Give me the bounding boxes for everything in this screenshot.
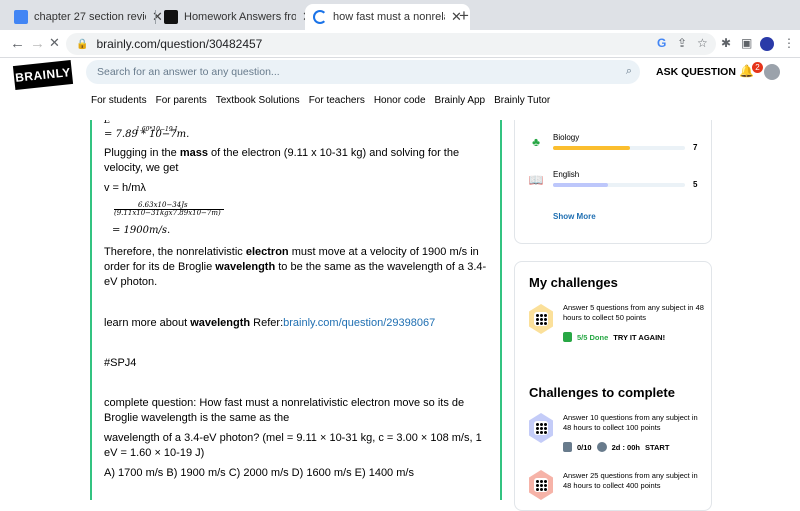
search-icon[interactable]: ⌕ [626, 65, 632, 78]
paragraph-mass: Plugging in the mass of the electron (9.… [104, 146, 489, 176]
challenge-hexagon-icon [529, 470, 553, 500]
brainly-logo[interactable]: BRAINLY [12, 60, 74, 90]
answer-options: A) 1700 m/s B) 1900 m/s C) 2000 m/s D) 1… [104, 467, 414, 479]
answer-panel: E 1.60*10−19 J = 7.89 * 10−7m. Plugging … [90, 120, 502, 500]
docs-icon [14, 10, 28, 24]
side-panel-icon[interactable]: ▣ [741, 36, 752, 50]
tab-title: chapter 27 section review 27.1 [34, 11, 146, 23]
notification-badge: 2 [752, 62, 763, 73]
bold-text: wavelength [190, 317, 251, 329]
profile-icon[interactable] [760, 37, 774, 51]
loading-spinner-icon [313, 10, 327, 24]
extensions-puzzle-icon[interactable]: ✱ [721, 36, 731, 50]
challenge-description: Answer 25 questions from any subject in … [563, 471, 698, 490]
bold-text: mass [179, 147, 208, 159]
hashtag: #SPJ4 [104, 357, 137, 369]
learn-more: learn more about wavelength Refer:brainl… [104, 316, 489, 331]
challenge-description: Answer 5 questions from any subject in 4… [563, 303, 704, 322]
forward-arrow-icon[interactable]: → [30, 35, 45, 52]
velocity-result: = 1900m/s. [112, 225, 171, 236]
tab-title: how fast must a nonrelativistic [333, 11, 445, 23]
complete-question-line1: complete question: How fast must a nonre… [104, 397, 465, 424]
checklist-icon [563, 332, 572, 342]
show-more-link[interactable]: Show More [553, 212, 596, 221]
challenge-hexagon-icon [529, 304, 553, 334]
search-placeholder: Search for an answer to any question... [97, 66, 280, 78]
text: Plugging in the [104, 147, 180, 159]
formula-line: v = h/mλ [104, 182, 146, 194]
score-bar [553, 146, 685, 150]
address-bar[interactable]: 🔒 brainly.com/question/30482457 [66, 33, 716, 55]
score-bar-fill [553, 183, 609, 187]
nav-brainly-tutor[interactable]: Brainly Tutor [494, 95, 550, 106]
nav-brainly-app[interactable]: Brainly App [435, 95, 486, 106]
tab-chapter-27[interactable]: chapter 27 section review 27.1 ✕ [6, 4, 171, 30]
challenges-to-complete-title: Challenges to complete [529, 385, 675, 400]
challenges-card: My challenges Answer 5 questions from an… [514, 261, 712, 511]
avatar[interactable] [764, 64, 780, 80]
new-tab-button[interactable]: + [459, 6, 469, 26]
nav-honor-code[interactable]: Honor code [374, 95, 426, 106]
nav-for-students[interactable]: For students [91, 95, 147, 106]
bold-text: wavelength [215, 261, 276, 273]
challenge-status: 5/5 Done TRY IT AGAIN! [563, 332, 665, 342]
text: learn more about [104, 317, 191, 329]
text: Refer: [250, 317, 284, 329]
ask-question-button[interactable]: ASK QUESTION [656, 66, 736, 78]
challenge-progress: 5/5 Done [577, 332, 609, 342]
clock-icon [596, 442, 607, 452]
equation-symbol: E [104, 120, 111, 126]
fraction-denominator: (9.11x10−31kgx7.89x10−7m) [114, 209, 221, 217]
complete-question-line2: wavelength of a 3.4-eV photon? (mel = 9.… [104, 432, 482, 459]
nav-for-parents[interactable]: For parents [156, 95, 207, 106]
bookmark-star-icon[interactable]: ☆ [697, 36, 708, 50]
leaf-icon: ♣ [532, 135, 540, 149]
subject-scores-card: ♣ Biology 7 📖 English 5 Show More [514, 120, 712, 244]
book-icon: 📖 [528, 173, 544, 187]
nav-textbook-solutions[interactable]: Textbook Solutions [216, 95, 300, 106]
browser-toolbar: ← → ✕ 🔒 brainly.com/question/30482457 G … [0, 30, 800, 58]
challenge-description: Answer 10 questions from any subject in … [563, 413, 698, 432]
tab-title: Homework Answers from Subj [184, 11, 296, 23]
subject-score: 5 [693, 180, 698, 189]
bold-text: electron [245, 246, 289, 258]
site-header: BRAINLY Search for an answer to any ques… [0, 58, 800, 120]
browser-tabstrip: chapter 27 section review 27.1 ✕ Homewor… [0, 0, 800, 30]
score-bar-fill [553, 146, 630, 150]
challenge-time-left: 2d : 00h [611, 442, 640, 452]
tab-homework-answers[interactable]: Homework Answers from Subj ✕ [156, 4, 321, 30]
challenge-progress: 0/10 [577, 442, 592, 452]
checklist-icon [563, 442, 572, 452]
back-arrow-icon[interactable]: ← [10, 35, 25, 52]
subject-score: 7 [693, 143, 698, 152]
search-input[interactable]: Search for an answer to any question... … [86, 60, 640, 84]
start-button[interactable]: START [645, 443, 669, 452]
my-challenges-title: My challenges [529, 275, 618, 290]
nav-for-teachers[interactable]: For teachers [309, 95, 365, 106]
try-again-button[interactable]: TRY IT AGAIN! [613, 333, 665, 342]
site-nav: For students For parents Textbook Soluti… [91, 95, 550, 106]
text: Therefore, the nonrelativistic [104, 246, 246, 258]
paragraph-conclusion: Therefore, the nonrelativistic electron … [104, 245, 489, 290]
subject-name: Biology [553, 133, 580, 142]
challenge-status: 0/10 2d : 00h START [563, 442, 669, 452]
share-icon[interactable]: ⇪ [677, 36, 687, 50]
brainly-favicon-icon [164, 10, 178, 24]
reference-link[interactable]: brainly.com/question/29398067 [283, 317, 435, 329]
score-bar [553, 183, 685, 187]
google-icon[interactable]: G [657, 36, 666, 50]
tab-how-fast[interactable]: how fast must a nonrelativistic ✕ [305, 4, 470, 30]
subject-name: English [553, 170, 580, 179]
stop-loading-icon[interactable]: ✕ [49, 35, 60, 51]
menu-dots-icon[interactable]: ⋮ [783, 36, 795, 50]
challenge-hexagon-icon [529, 413, 553, 443]
equation-result: = 7.89 * 10−7m. [104, 129, 190, 140]
lock-icon: 🔒 [76, 38, 89, 50]
url-text: brainly.com/question/30482457 [96, 37, 263, 51]
